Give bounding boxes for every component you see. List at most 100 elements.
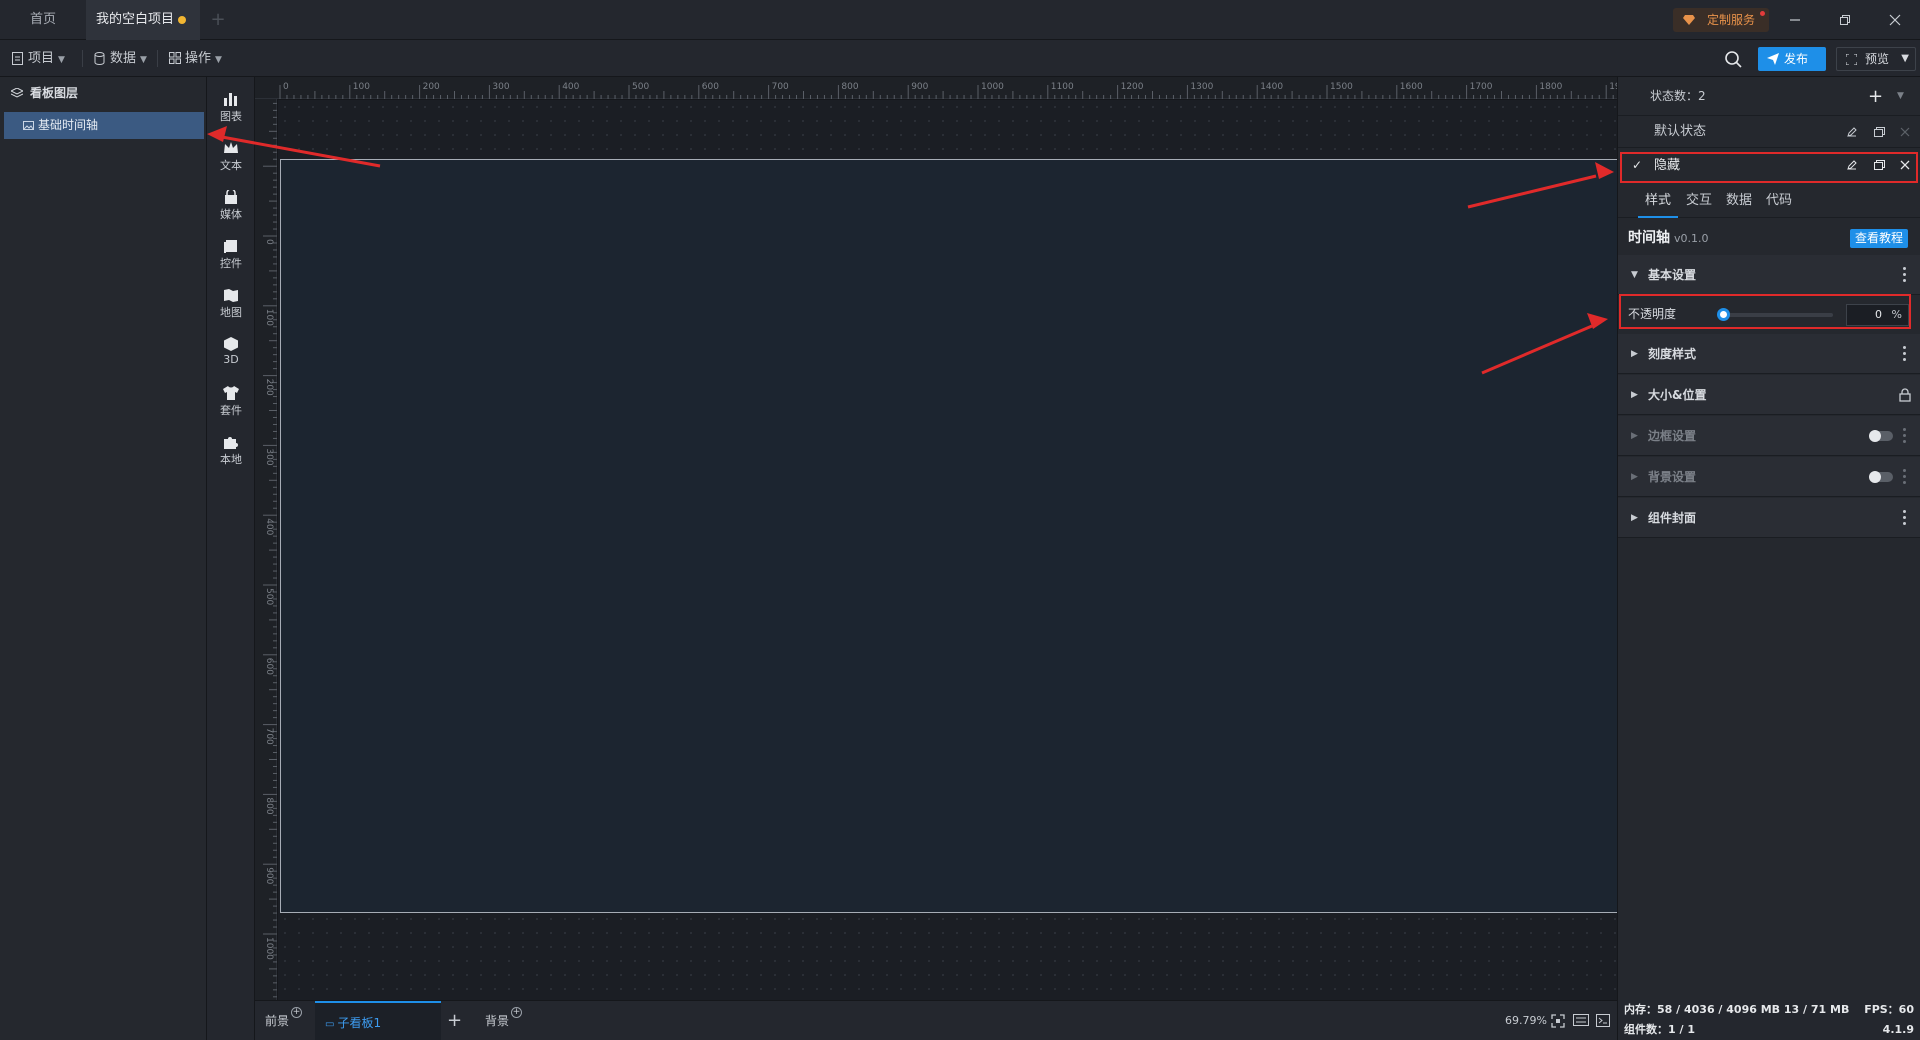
- shirt-icon: [223, 386, 239, 400]
- more-icon[interactable]: [1903, 510, 1907, 526]
- tab-data[interactable]: 数据: [1726, 184, 1752, 218]
- more-icon[interactable]: [1903, 469, 1907, 485]
- chevron-down-icon: ▼: [140, 55, 147, 65]
- section-size-position[interactable]: ▶ 大小&位置: [1618, 375, 1920, 415]
- section-border[interactable]: ▶ 边框设置: [1618, 416, 1920, 456]
- tab-foreground[interactable]: 前景+: [265, 1001, 303, 1040]
- chevron-down-icon: ▼: [215, 55, 222, 65]
- tab-foreground-label: 前景: [265, 1014, 290, 1028]
- ruler-label: 700: [772, 82, 789, 92]
- tab-subboard-label: 子看板1: [337, 1016, 382, 1030]
- add-circle-icon[interactable]: +: [291, 1007, 303, 1018]
- edit-state-button[interactable]: [1840, 116, 1866, 148]
- state-count-row: 状态数：2 + ▼: [1618, 77, 1920, 116]
- tab-background[interactable]: 背景+: [485, 1001, 523, 1040]
- add-state-button[interactable]: +: [1868, 77, 1883, 116]
- close-window-button[interactable]: [1870, 0, 1920, 40]
- monitor-icon: ▭: [325, 1019, 335, 1030]
- background-toggle[interactable]: [1869, 471, 1893, 483]
- component-name: 时间轴: [1628, 230, 1670, 246]
- search-icon[interactable]: [1722, 48, 1744, 70]
- files-icon: [224, 240, 237, 253]
- menu-operation-label: 操作: [185, 51, 212, 66]
- component-title-row: 时间轴 v0.1.0 查看教程: [1618, 218, 1920, 258]
- ruler-label: 600: [264, 658, 274, 675]
- caret-right-icon: ▶: [1631, 431, 1638, 441]
- zoom-level[interactable]: 69.79%: [1505, 1001, 1547, 1040]
- component-text[interactable]: 文本: [207, 131, 255, 183]
- chevron-down-icon[interactable]: ▼: [1897, 77, 1904, 116]
- ruler-label: 1300: [1190, 82, 1213, 92]
- chevron-down-icon[interactable]: ▼: [1901, 48, 1909, 70]
- puzzle-icon: [224, 437, 238, 449]
- ruler-top[interactable]: 0 100 200 300 400 500 600 700 800 900 1000 1100 1200…: [255, 77, 1617, 99]
- state-item-default[interactable]: 默认状态: [1618, 116, 1920, 148]
- terminal-icon[interactable]: [1596, 1014, 1610, 1027]
- ruler-label: 400: [264, 518, 274, 535]
- ruler-label: 500: [632, 82, 649, 92]
- section-cover-label: 组件封面: [1648, 511, 1697, 525]
- component-3d[interactable]: 3D: [207, 327, 255, 379]
- component-local[interactable]: 本地: [207, 425, 255, 477]
- grid-icon: [169, 52, 181, 64]
- fit-screen-icon[interactable]: [1551, 1014, 1565, 1028]
- ruler-label: 100: [264, 309, 274, 326]
- memory-usage: 内存：58 / 4036 / 4096 MB 13 / 71 MB: [1624, 1003, 1850, 1016]
- menu-data[interactable]: 数据 ▼: [82, 40, 147, 77]
- more-icon[interactable]: [1903, 428, 1907, 444]
- pencil-icon: [1847, 127, 1857, 137]
- section-background[interactable]: ▶ 背景设置: [1618, 457, 1920, 497]
- tab-subboard[interactable]: ▭ 子看板1: [315, 1001, 441, 1040]
- tutorial-button[interactable]: 查看教程: [1850, 229, 1908, 248]
- tab-home[interactable]: 首页: [0, 0, 86, 40]
- tab-interaction[interactable]: 交互: [1686, 184, 1712, 218]
- component-media[interactable]: 媒体: [207, 180, 255, 232]
- ruler-label: 1800: [1539, 82, 1562, 92]
- minimize-button[interactable]: [1770, 0, 1820, 40]
- ruler-left[interactable]: 0 100 200 300 400 500 600 700 800 900 1000: [255, 99, 277, 1000]
- component-widget[interactable]: 控件: [207, 229, 255, 281]
- section-basic-settings[interactable]: ▼ 基本设置: [1618, 255, 1920, 295]
- restore-button[interactable]: [1820, 0, 1870, 40]
- component-chart-label: 图表: [220, 110, 242, 123]
- publish-button[interactable]: 发布: [1758, 47, 1826, 71]
- state-count-label: 状态数：2: [1650, 89, 1706, 103]
- tab-project[interactable]: 我的空白项目: [86, 0, 200, 40]
- component-map[interactable]: 地图: [207, 278, 255, 330]
- tab-style[interactable]: 样式: [1638, 184, 1678, 218]
- preview-button[interactable]: 预览 ▼: [1836, 47, 1916, 71]
- lock-icon[interactable]: [1899, 388, 1911, 402]
- add-subboard-button[interactable]: +: [447, 1001, 467, 1040]
- more-icon[interactable]: [1903, 346, 1907, 362]
- component-local-label: 本地: [220, 453, 242, 466]
- component-chart[interactable]: 图表: [207, 82, 255, 134]
- more-icon[interactable]: [1903, 267, 1907, 283]
- ruler-label: 1900: [1609, 82, 1617, 92]
- copy-state-button[interactable]: [1867, 116, 1893, 148]
- section-tick-style[interactable]: ▶ 刻度样式: [1618, 334, 1920, 374]
- delete-state-button[interactable]: [1893, 116, 1919, 148]
- ruler-label: 300: [492, 82, 509, 92]
- menu-operation[interactable]: 操作 ▼: [157, 40, 222, 77]
- database-icon: [94, 52, 105, 65]
- properties-panel: 状态数：2 + ▼ 默认状态 ✓ 隐藏 样式 交互 数据 代码 时间轴 v0.1.…: [1617, 77, 1920, 1000]
- keyboard-icon[interactable]: [1573, 1014, 1589, 1026]
- custom-service-button[interactable]: 定制服务: [1673, 8, 1769, 32]
- document-icon: [12, 52, 23, 65]
- border-toggle[interactable]: [1869, 430, 1893, 442]
- tab-code[interactable]: 代码: [1766, 184, 1792, 218]
- ruler-label: 200: [264, 379, 274, 396]
- caret-down-icon: ▼: [1631, 270, 1638, 280]
- component-kit[interactable]: 套件: [207, 376, 255, 428]
- tab-background-label: 背景: [485, 1014, 510, 1028]
- layer-item[interactable]: 基础时间轴: [4, 112, 204, 139]
- add-tab-button[interactable]: +: [208, 0, 228, 40]
- layers-panel: 看板图层 基础时间轴: [0, 77, 207, 1040]
- add-circle-icon[interactable]: +: [511, 1007, 523, 1018]
- section-cover[interactable]: ▶ 组件封面: [1618, 498, 1920, 538]
- preview-label: 预览: [1865, 52, 1890, 66]
- dashboard-board[interactable]: [280, 159, 1617, 913]
- minimize-icon: [1790, 19, 1800, 21]
- menu-project[interactable]: 项目 ▼: [0, 40, 65, 77]
- copy-icon: [1874, 127, 1885, 137]
